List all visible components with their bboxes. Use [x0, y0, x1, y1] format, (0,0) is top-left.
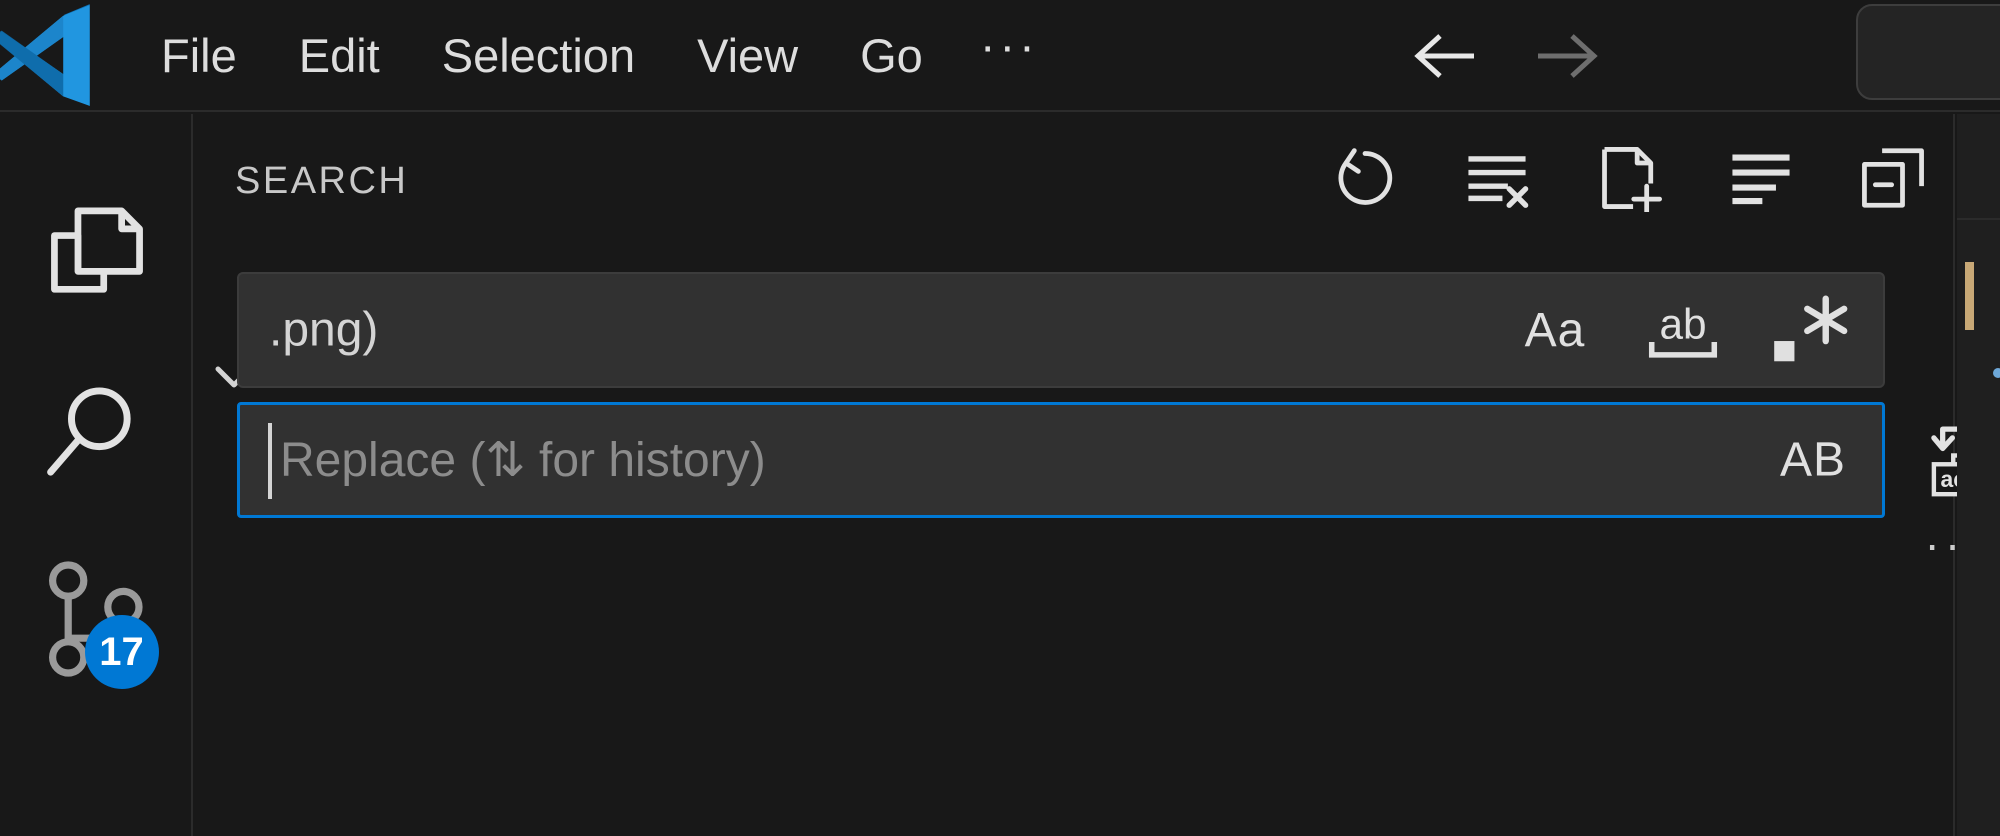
search-input[interactable]: .png): [269, 303, 378, 358]
preserve-case-button[interactable]: AB: [1770, 427, 1856, 494]
menu-overflow-button[interactable]: ···: [954, 6, 1065, 86]
source-control-badge: 17: [84, 615, 159, 689]
new-file-icon[interactable]: [1595, 144, 1663, 212]
match-case-label: Aa: [1524, 303, 1586, 357]
svg-text:ab: ab: [1659, 300, 1706, 347]
match-case-button[interactable]: Aa: [1509, 288, 1601, 372]
editor-tab[interactable]: [1957, 114, 2000, 220]
menu-selection[interactable]: Selection: [411, 0, 666, 112]
arrow-right-icon[interactable]: [1530, 26, 1602, 86]
navigation-buttons: [1410, 0, 1602, 112]
vscode-window: File Edit Selection View Go ··· 17 SEARC…: [0, 0, 2000, 836]
title-bar: File Edit Selection View Go ···: [0, 0, 2000, 112]
list-flat-icon[interactable]: [1727, 144, 1795, 212]
editor-area: [1957, 114, 2000, 836]
menu-go[interactable]: Go: [829, 0, 954, 112]
match-whole-word-button[interactable]: ab: [1637, 288, 1729, 372]
files-icon: [41, 193, 153, 310]
page-title: SEARCH: [235, 160, 409, 202]
search-input-container[interactable]: .png) Aa ab: [237, 272, 1885, 388]
activity-bar: 17: [0, 114, 193, 836]
arrow-left-icon[interactable]: [1410, 26, 1482, 86]
activity-bar-item-explorer[interactable]: [0, 186, 193, 316]
search-icon: [39, 377, 155, 498]
refresh-icon[interactable]: [1331, 144, 1399, 212]
menu-edit[interactable]: Edit: [268, 0, 411, 112]
activity-bar-item-search[interactable]: [0, 372, 193, 502]
use-regex-button[interactable]: [1765, 288, 1857, 372]
text-cursor: [268, 423, 272, 499]
editor-cursor: [1965, 262, 1974, 330]
activity-bar-item-source-control[interactable]: 17: [0, 554, 193, 689]
menu-view[interactable]: View: [666, 0, 829, 112]
editor-decoration-dot: [1993, 368, 2000, 378]
command-center[interactable]: [1856, 4, 2000, 100]
menu-file[interactable]: File: [130, 0, 268, 112]
replace-input-container[interactable]: Replace (⇅ for history) AB: [237, 402, 1885, 518]
search-option-buttons: Aa ab: [1509, 288, 1857, 372]
search-panel-header: SEARCH: [195, 114, 1955, 234]
vscode-logo-icon: [0, 2, 100, 108]
menu-bar: File Edit Selection View Go ···: [130, 0, 1065, 112]
search-panel-actions: [1331, 144, 1927, 212]
replace-input[interactable]: Replace (⇅ for history): [280, 432, 766, 488]
sidebar-search-view: SEARCH .png) Aa ab Replace (⇅ for histor…: [195, 114, 1995, 836]
collapse-all-icon[interactable]: [1859, 144, 1927, 212]
clear-all-icon[interactable]: [1463, 144, 1531, 212]
